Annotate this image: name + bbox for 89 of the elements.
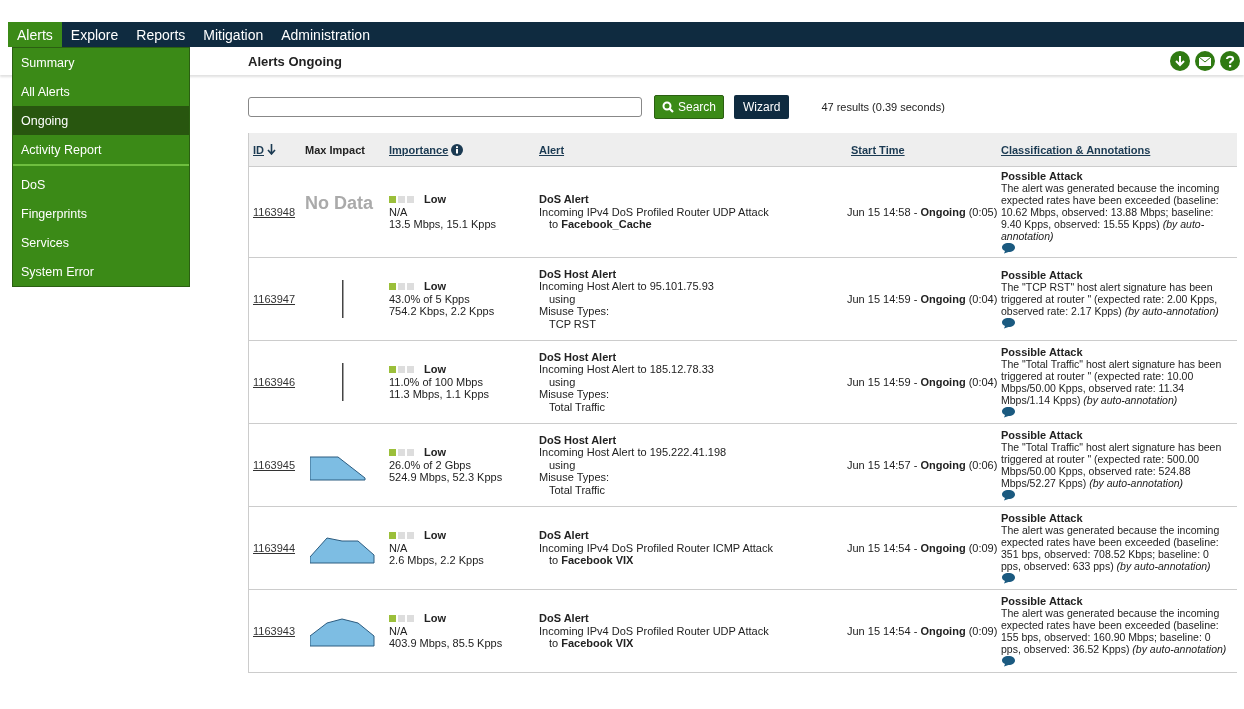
menu-item[interactable]: Services [13,228,189,257]
alert-title: DoS Alert [539,193,590,206]
alert-detail: Incoming Host Alert to 185.12.78.33 [539,363,715,376]
no-data-label: No Data [305,196,373,210]
alert-detail: using [548,375,577,389]
annotation-text: The alert was generated because the incoming expected rates have been exceeded (baseline: 351 bps, observed: 708.52 Kbps; baseline: 0 pps, observed: 633 pps) (by auto-annotation) [1001,524,1221,573]
annotation-text: The alert was generated because the incoming expected rates have been exceeded (baseline: 10.62 Mbps, observed: 13.88 Mbps; baseline: 9.40 Kpps, observed: 15.55 Kpps) (by auto-annotation) [1001,182,1221,243]
classification-title: Possible Attack [1001,428,1084,442]
column-label: Max Impact [305,143,365,156]
column-sort-link[interactable]: Classification & Annotations [1001,143,1151,156]
classification-title: Possible Attack [1001,511,1084,525]
alert-title: DoS Host Alert [539,433,618,447]
nav-tab[interactable]: Alerts [8,22,62,47]
page-title: Alerts Ongoing [248,53,342,69]
classification-title: Possible Attack [1001,268,1084,282]
alert-title: DoS Host Alert [539,267,618,281]
menu-item[interactable]: Summary [13,48,189,77]
importance-detail: 754.2 Kbps, 2.2 Kpps [389,305,496,318]
importance-detail: 13.5 Mbps, 15.1 Kpps [389,218,497,231]
importance-detail: 11.3 Mbps, 1.1 Kpps [389,388,491,401]
column-header[interactable]: Classification & Annotations [997,133,1237,167]
column-sort-link[interactable]: Start Time [851,143,905,156]
importance-detail: 403.9 Mbps, 85.5 Kpps [389,637,504,650]
alert-detail: Incoming Host Alert to 95.101.75.93 [539,280,715,293]
column-header[interactable]: Start Time [847,133,997,167]
importance-detail: 43.0% of 5 Kpps [389,292,471,306]
menu-item[interactable]: System Error [13,257,189,286]
importance-label: Low [424,612,446,625]
alert-detail: Total Traffic [548,400,607,414]
alert-detail: Misuse Types: [539,471,611,484]
column-sort-link[interactable]: Importance [389,143,449,156]
classification-title: Possible Attack [1001,345,1084,359]
importance-detail: N/A [389,205,409,219]
alert-id-link[interactable]: 1163944 [253,541,297,555]
menu-item[interactable]: All Alerts [13,77,189,106]
alert-detail: Incoming Host Alert to 195.222.41.198 [539,446,728,459]
alert-detail: Total Traffic [548,483,607,497]
alert-id-link[interactable]: 1163947 [253,292,297,306]
importance-detail: 26.0% of 2 Gbps [389,458,472,472]
alert-detail: using [548,292,577,306]
alert-detail: Misuse Types: [539,305,611,318]
alert-detail: Incoming IPv4 DoS Profiled Router UDP Attack [539,205,770,219]
importance-label: Low [424,280,446,293]
importance-detail: 11.0% of 100 Mbps [389,375,484,389]
alert-title: DoS Alert [539,529,590,542]
results-count: 47 results (0.39 seconds) [821,101,945,113]
nav-tab[interactable]: Mitigation [194,22,273,47]
search-button[interactable]: Search [654,95,725,119]
alert-id-link[interactable]: 1163948 [253,205,297,219]
alert-detail: Incoming IPv4 DoS Profiled Router ICMP Attack [539,541,774,555]
importance-detail: N/A [389,541,409,555]
importance-label: Low [424,446,446,459]
alert-detail: to Facebook_Cache [548,218,653,231]
alert-id-link[interactable]: 1163943 [253,624,297,638]
annotation-text: The "Total Traffic" host alert signature has been triggered at router " (expected rate: 500.00 Mbps/50.00 Kpps, observed rate: 524.88 Mbps/52.27 Kpps) (by auto-annotation) [1001,441,1223,490]
column-sort-link[interactable]: Alert [539,143,565,156]
annotation-text: The "Total Traffic" host alert signature has been triggered at router " (expected rate: 10.00 Mbps/50.00 Kpps, observed rate: 11.34 Mbps/1.14 Kpps) (by auto-annotation) [1001,358,1223,407]
menu-item[interactable]: Fingerprints [13,199,189,228]
alert-id-link[interactable]: 1163946 [253,375,297,389]
importance-detail: 524.9 Mbps, 52.3 Kpps [389,471,504,484]
nav-tab[interactable]: Reports [127,22,195,47]
classification-title: Possible Attack [1001,169,1084,183]
nav-tab[interactable]: Administration [272,22,379,47]
alert-detail: using [548,458,577,472]
alert-detail: Incoming IPv4 DoS Profiled Router UDP Attack [539,624,770,638]
alert-detail: TCP RST [548,317,597,331]
wizard-button[interactable]: Wizard [734,95,790,119]
alert-detail: to Facebook VIX [548,637,635,650]
column-header[interactable]: Importance [385,133,535,167]
alert-title: DoS Alert [539,612,590,625]
menu-item[interactable]: DoS [13,170,189,199]
menu-item[interactable]: Ongoing [13,106,189,135]
importance-detail: 2.6 Mbps, 2.2 Kpps [389,554,485,567]
importance-detail: N/A [389,624,409,638]
column-header[interactable]: ID [249,133,301,167]
column-sort-link[interactable]: ID [253,143,264,156]
column-header[interactable]: Alert [535,133,847,167]
importance-label: Low [424,363,446,376]
annotation-text: The alert was generated because the incoming expected rates have been exceeded (baseline: 155 bps, observed: 160.90 Mbps; baseline: 0 pps, observed: 36.52 Kpps) (by auto-annotation) [1001,607,1228,656]
importance-label: Low [424,193,446,206]
alert-detail: to Facebook VIX [548,554,635,567]
alert-title: DoS Host Alert [539,350,618,364]
alert-detail: Misuse Types: [539,388,611,401]
classification-title: Possible Attack [1001,594,1084,608]
alert-id-link[interactable]: 1163945 [253,458,297,472]
menu-item[interactable]: Activity Report [13,135,189,164]
nav-tab[interactable]: Explore [61,22,128,47]
annotation-text: The "TCP RST" host alert signature has been triggered at router " (expected rate: 2.00 Kpps, observed rate: 2.17 Kpps) (by auto-annotation) [1001,281,1220,318]
importance-label: Low [424,529,446,542]
